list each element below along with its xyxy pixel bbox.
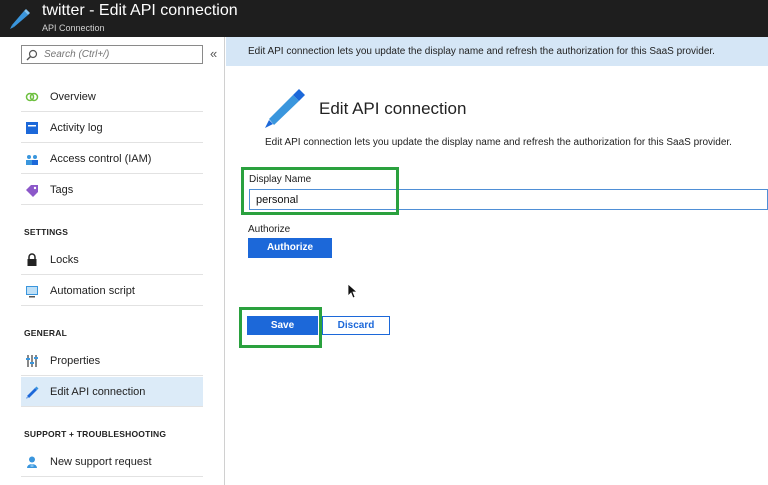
authorize-button[interactable]: Authorize	[248, 238, 332, 258]
sidebar-item-label: New support request	[50, 456, 152, 468]
highlight-box-display-name	[241, 167, 399, 215]
sidebar-item-access-control[interactable]: Access control (IAM)	[21, 144, 203, 174]
title-bar: twitter - Edit API connection API Connec…	[0, 0, 768, 37]
support-icon	[27, 456, 37, 468]
main-content: Edit API connection lets you update the …	[226, 37, 768, 485]
search-icon	[26, 49, 38, 61]
window-title: twitter - Edit API connection	[42, 2, 238, 19]
properties-icon	[26, 355, 38, 367]
sidebar-item-label: Access control (IAM)	[50, 153, 152, 165]
sidebar-item-label: Properties	[50, 355, 101, 367]
sidebar-item-overview[interactable]: Overview	[21, 82, 203, 112]
page-title: Edit API connection	[319, 99, 467, 118]
sidebar-item-label: Tags	[50, 184, 74, 196]
sidebar-item-label: Locks	[50, 254, 79, 266]
search-input[interactable]	[44, 47, 199, 62]
sidebar-item-activity-log[interactable]: Activity log	[21, 113, 203, 143]
sidebar-item-properties[interactable]: Properties	[21, 346, 203, 376]
automation-script-icon	[26, 286, 38, 298]
overview-icon	[25, 92, 39, 102]
banner-text: Edit API connection lets you update the …	[248, 46, 715, 57]
section-general: GENERAL	[24, 328, 67, 338]
window-subtitle: API Connection	[42, 23, 105, 33]
activity-log-icon	[26, 122, 38, 134]
iam-icon	[26, 155, 38, 165]
sidebar-item-tags[interactable]: Tags	[21, 175, 203, 205]
search-box[interactable]	[21, 45, 203, 64]
sidebar-item-edit-api-connection[interactable]: Edit API connection	[21, 377, 203, 407]
collapse-sidebar-icon[interactable]: «	[210, 46, 217, 61]
sidebar-item-locks[interactable]: Locks	[21, 245, 203, 275]
page-description: Edit API connection lets you update the …	[265, 137, 732, 148]
mouse-cursor-icon	[347, 283, 359, 299]
highlight-box-save	[239, 307, 322, 348]
sidebar-item-automation-script[interactable]: Automation script	[21, 276, 203, 306]
sidebar-item-new-support-request[interactable]: New support request	[21, 447, 203, 477]
sidebar-item-label: Edit API connection	[50, 386, 146, 398]
sidebar-item-label: Overview	[50, 91, 96, 103]
pencil-icon	[10, 9, 30, 29]
section-settings: SETTINGS	[24, 227, 69, 237]
lock-icon	[27, 253, 37, 266]
section-support: SUPPORT + TROUBLESHOOTING	[24, 429, 167, 439]
pencil-icon	[265, 89, 305, 128]
sidebar: « Overview Activity log Access control (…	[0, 37, 225, 485]
tag-icon	[26, 185, 38, 197]
pencil-icon	[26, 386, 39, 399]
discard-button[interactable]: Discard	[322, 316, 390, 335]
sidebar-item-label: Activity log	[50, 122, 103, 134]
authorize-label: Authorize	[248, 224, 291, 235]
sidebar-item-label: Automation script	[50, 285, 135, 297]
info-banner: Edit API connection lets you update the …	[226, 37, 768, 66]
